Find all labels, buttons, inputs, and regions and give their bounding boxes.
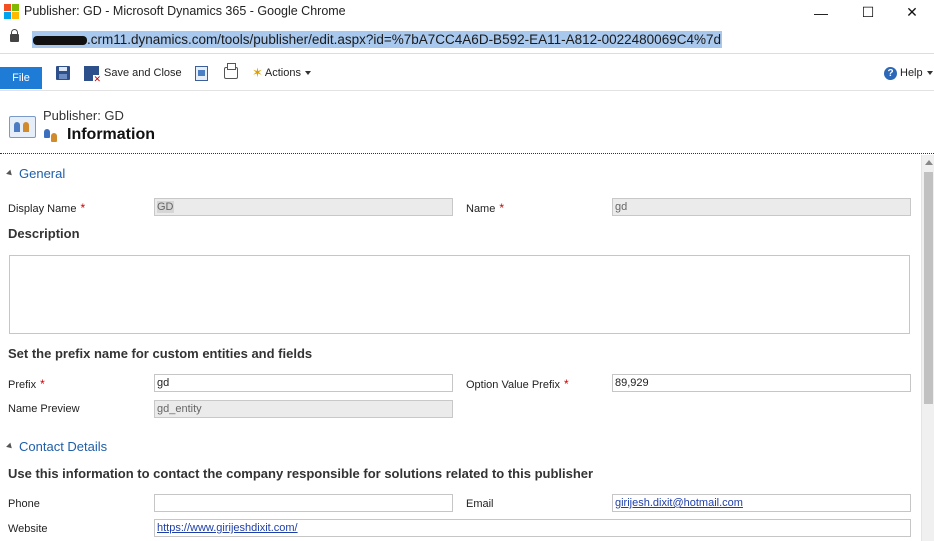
website-label: Website	[8, 523, 48, 535]
vertical-scrollbar[interactable]	[921, 155, 934, 541]
section-general-toggle[interactable]: General	[6, 166, 66, 181]
file-button[interactable]: File	[0, 67, 42, 89]
entity-name: Publisher: GD	[43, 108, 124, 123]
option-value-prefix-label: Option Value Prefix *	[466, 377, 569, 391]
email-label: Email	[466, 498, 494, 510]
actions-label: Actions	[264, 67, 301, 79]
form-header: Publisher: GD Information	[0, 92, 934, 154]
address-bar[interactable]: .crm11.dynamics.com/tools/publisher/edit…	[0, 25, 934, 54]
email-field[interactable]: girijesh.dixit@hotmail.com	[612, 494, 911, 512]
prefix-label: Prefix *	[8, 377, 45, 391]
window-titlebar: Publisher: GD - Microsoft Dynamics 365 -…	[0, 0, 934, 25]
description-textarea[interactable]	[9, 255, 910, 334]
name-label: Name *	[466, 201, 504, 215]
form-body: General Display Name * GD Name * gd Descri…	[0, 155, 921, 541]
help-menu[interactable]: ? Help	[884, 64, 933, 82]
document-icon	[195, 65, 208, 81]
url-text[interactable]: .crm11.dynamics.com/tools/publisher/edit…	[32, 31, 722, 48]
section-contact-toggle[interactable]: Contact Details	[6, 439, 108, 454]
url-value: .crm11.dynamics.com/tools/publisher/edit…	[87, 32, 721, 47]
website-field[interactable]: https://www.girijeshdixit.com/	[154, 519, 911, 537]
required-marker: *	[40, 377, 45, 391]
new-record-button[interactable]	[195, 64, 208, 82]
publisher-entity-icon	[9, 116, 36, 138]
section-contact-title: Contact Details	[19, 439, 108, 454]
contact-intro: Use this information to contact the comp…	[8, 466, 594, 481]
prefix-field[interactable]: gd	[154, 374, 453, 392]
collapse-triangle-icon	[6, 169, 14, 178]
minimize-button[interactable]: —	[798, 0, 844, 25]
chevron-down-icon	[304, 71, 311, 75]
prefix-heading: Set the prefix name for custom entities …	[8, 346, 313, 361]
required-marker: *	[80, 201, 86, 215]
actions-icon: ✶	[252, 65, 263, 80]
section-general-title: General	[19, 166, 66, 181]
display-name-field[interactable]: GD	[154, 198, 453, 216]
required-marker: *	[563, 377, 569, 391]
print-icon	[224, 63, 238, 79]
maximize-button[interactable]: ☐	[845, 0, 891, 25]
option-value-prefix-label-text: Option Value Prefix	[466, 379, 560, 391]
name-preview-label: Name Preview	[8, 403, 80, 415]
close-window-button[interactable]: ✕	[889, 0, 934, 25]
publisher-icon	[43, 127, 59, 143]
scrollbar-thumb[interactable]	[924, 172, 933, 404]
microsoft-logo-icon	[4, 4, 19, 19]
required-marker: *	[499, 201, 505, 215]
phone-field[interactable]	[154, 494, 453, 512]
lock-icon	[10, 29, 19, 42]
option-value-prefix-field[interactable]: 89,929	[612, 374, 911, 392]
name-preview-field: gd_entity	[154, 400, 453, 418]
display-name-label: Display Name *	[8, 201, 85, 215]
save-button[interactable]	[56, 64, 70, 82]
display-name-label-text: Display Name	[8, 203, 77, 215]
display-name-value: GD	[157, 201, 174, 213]
command-bar: File Save and Close ✶ Actions ? Help	[0, 55, 934, 91]
chevron-down-icon	[926, 71, 933, 75]
prefix-label-text: Prefix	[8, 379, 37, 391]
save-and-close-button[interactable]: Save and Close	[84, 64, 182, 84]
actions-menu[interactable]: ✶ Actions	[252, 64, 311, 82]
redacted-mark	[33, 35, 87, 45]
collapse-triangle-icon	[6, 442, 14, 451]
phone-label: Phone	[8, 498, 40, 510]
save-icon	[56, 66, 70, 80]
help-icon: ?	[884, 66, 897, 80]
save-close-icon	[84, 65, 101, 84]
description-label: Description	[8, 226, 80, 241]
name-field[interactable]: gd	[612, 198, 911, 216]
print-button[interactable]	[224, 63, 238, 82]
save-and-close-label: Save and Close	[104, 67, 182, 79]
window-title: Publisher: GD - Microsoft Dynamics 365 -…	[24, 4, 346, 18]
help-label: Help	[900, 67, 923, 79]
name-label-text: Name	[466, 203, 496, 215]
form-title: Information	[67, 126, 155, 143]
scroll-up-icon[interactable]	[925, 160, 933, 165]
